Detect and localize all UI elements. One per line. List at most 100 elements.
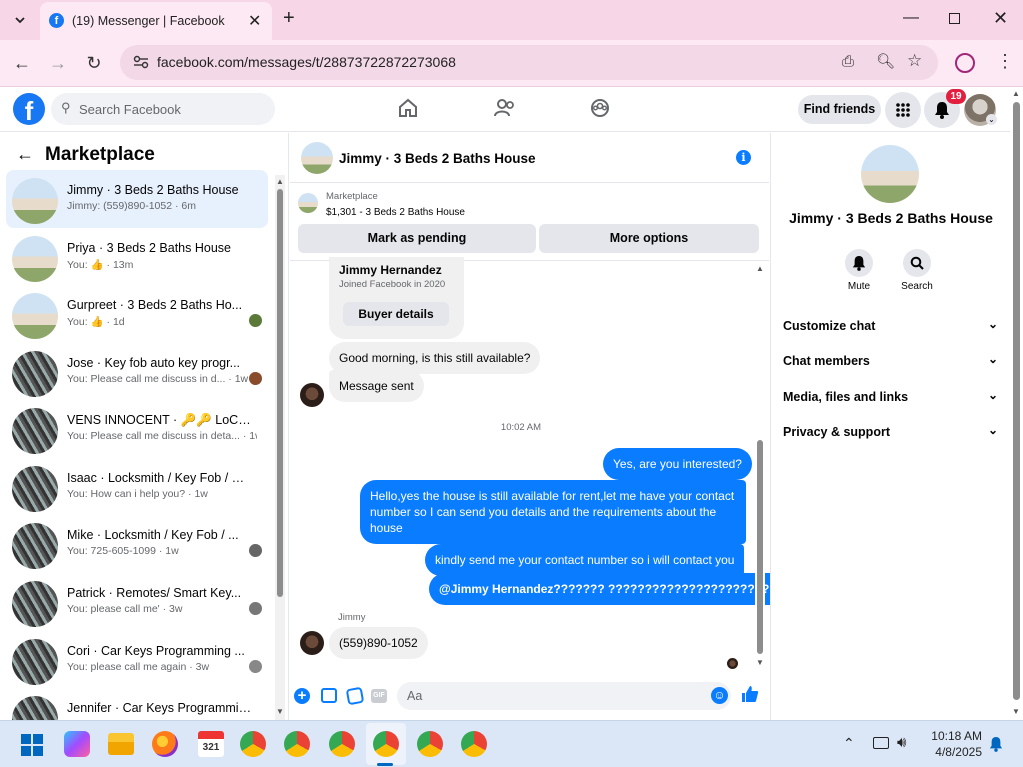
buyer-name: Jimmy Hernandez [339,263,442,277]
network-icon[interactable] [873,737,889,749]
chat-scrollbar[interactable]: ▲ ▼ [755,264,765,671]
listing-avatar [12,639,58,685]
chrome-profile-icon[interactable] [284,731,310,757]
add-attachment-icon[interactable]: + [294,688,310,704]
conversation-item[interactable]: Jimmy · 3 Beds 2 Baths House Jimmy: (559… [6,170,268,228]
address-bar[interactable]: facebook.com/messages/t/2887372287227306… [120,45,938,80]
emoji-icon[interactable]: ☺ [711,687,728,704]
sidebar-scrollbar[interactable]: ▲ ▼ [275,175,285,720]
listing-source: Marketplace [326,191,378,202]
new-tab-icon[interactable]: + [283,7,295,30]
conversation-item[interactable]: Isaac · Locksmith / Key Fob / Re... You:… [6,458,268,516]
groups-icon[interactable] [590,98,610,123]
listing-price-title[interactable]: $1,301 - 3 Beds 2 Baths House [326,207,465,218]
scroll-down-icon[interactable]: ▼ [1012,707,1020,716]
customize-chat-item[interactable]: Customize chat ⌄ [783,317,998,333]
account-chevron-icon[interactable]: ⌄ [986,114,997,125]
back-icon[interactable]: ← [8,49,36,77]
sticker-icon[interactable] [345,686,365,706]
file-explorer-icon[interactable] [108,733,134,755]
message-input-placeholder: Aa [407,689,423,703]
back-arrow-icon[interactable]: ← [16,144,34,165]
home-icon[interactable] [398,98,418,123]
maximize-icon[interactable] [949,13,960,24]
like-thumb-icon[interactable] [741,685,759,708]
privacy-support-item[interactable]: Privacy & support ⌄ [783,423,998,439]
scroll-up-icon[interactable]: ▲ [756,264,764,273]
page-scroll-thumb[interactable] [1013,102,1020,700]
chat-scroll-thumb[interactable] [757,440,763,654]
search-facebook-input[interactable]: ⚲ Search Facebook [51,93,275,125]
install-app-icon[interactable]: ⎙ [842,53,854,70]
scroll-down-icon[interactable]: ▼ [276,707,284,716]
gif-icon[interactable]: GIF [371,689,387,703]
friends-icon[interactable] [494,98,516,123]
more-options-button[interactable]: More options [539,224,759,253]
calendar-app-icon[interactable]: 321 [198,731,224,757]
conversation-item[interactable]: Mike · Locksmith / Key Fob / ... You: 72… [6,515,268,573]
scroll-up-icon[interactable]: ▲ [276,177,284,186]
facebook-logo-icon[interactable]: f [13,93,45,126]
volume-icon[interactable]: 🔊︎ [897,734,906,751]
page-scrollbar[interactable]: ▲ ▼ [1010,87,1023,720]
photo-icon[interactable] [321,688,337,703]
conversation-snippet: You: 725-605-1099 · 1w [67,545,179,557]
details-title: Jimmy · 3 Beds 2 Baths House [789,210,993,226]
notification-count-badge: 19 [946,89,966,104]
chrome-profile-icon[interactable] [417,731,443,757]
copilot-icon[interactable] [64,731,90,757]
message-bubble-sent: Hello,yes the house is still available f… [360,480,746,544]
menu-grid-icon[interactable] [885,92,921,128]
profile-icon[interactable] [955,53,975,73]
browser-menu-icon[interactable]: ⋮ [996,51,1014,72]
conversation-item[interactable]: Jose · Key fob auto key progr... You: Pl… [6,343,268,401]
tab-close-icon[interactable]: ✕ [248,11,261,31]
bookmark-star-icon[interactable]: ☆ [907,51,922,71]
zoom-icon[interactable]: 🔍︎ [876,52,895,70]
windows-start-icon[interactable] [21,734,43,756]
conversation-item[interactable]: Priya · 3 Beds 2 Baths House You: 👍 · 13… [6,228,268,286]
mute-button[interactable] [845,249,873,277]
conversation-item[interactable]: Cori · Car Keys Programming ... You: ple… [6,631,268,689]
mark-as-pending-button[interactable]: Mark as pending [298,224,536,253]
sidebar-scroll-thumb[interactable] [277,189,283,597]
conversation-item[interactable]: VENS INNOCENT · 🔑🔑 LoCkS... You: Please … [6,400,268,458]
site-info-icon[interactable] [132,54,150,70]
read-receipt-avatar [249,602,262,615]
search-icon: ⚲ [61,100,71,115]
forward-icon[interactable]: → [44,49,72,77]
conversation-item[interactable]: Patrick · Remotes/ Smart Key... You: ple… [6,573,268,631]
show-hidden-icons-icon[interactable]: ⌃ [843,735,855,752]
message-bubble-sent: kindly send me your contact number so i … [425,544,745,576]
conversation-item[interactable]: Gurpreet · 3 Beds 2 Baths Ho... You: 👍 ·… [6,285,268,343]
chrome-icon[interactable] [240,731,266,757]
firefox-icon[interactable] [152,731,178,757]
scroll-down-icon[interactable]: ▼ [756,658,764,667]
chrome-profile-icon[interactable] [461,731,487,757]
tab-search-chevron-icon[interactable] [6,6,34,34]
chrome-profile-icon[interactable] [373,731,399,757]
buyer-joined: Joined Facebook in 2020 [339,279,446,290]
notification-center-icon[interactable] [989,736,1003,757]
clock-time[interactable]: 10:18 AM [922,729,982,743]
chat-members-item[interactable]: Chat members ⌄ [783,352,998,368]
message-input[interactable]: Aa ☺ [397,682,731,710]
window-close-icon[interactable]: ✕ [993,8,1008,29]
search-in-chat-button[interactable] [903,249,931,277]
chat-title[interactable]: Jimmy · 3 Beds 2 Baths House [339,151,536,166]
conversation-item[interactable]: Jennifer · Car Keys Programmin... [6,688,268,720]
buyer-details-button[interactable]: Buyer details [343,302,449,326]
scroll-up-icon[interactable]: ▲ [1012,89,1020,98]
read-receipt-avatar [249,314,262,327]
clock-date[interactable]: 4/8/2025 [922,745,982,759]
info-icon[interactable]: i [736,150,751,165]
media-files-links-item[interactable]: Media, files and links ⌄ [783,388,998,404]
chat-avatar[interactable] [301,142,333,174]
find-friends-button[interactable]: Find friends [798,95,881,124]
reload-icon[interactable]: ↻ [80,49,108,77]
details-avatar[interactable] [861,145,919,203]
minimize-icon[interactable]: — [903,9,919,27]
active-tab[interactable]: f (19) Messenger | Facebook ✕ [40,2,272,40]
chrome-profile-icon[interactable] [329,731,355,757]
url-text[interactable]: facebook.com/messages/t/2887372287227306… [157,54,456,70]
